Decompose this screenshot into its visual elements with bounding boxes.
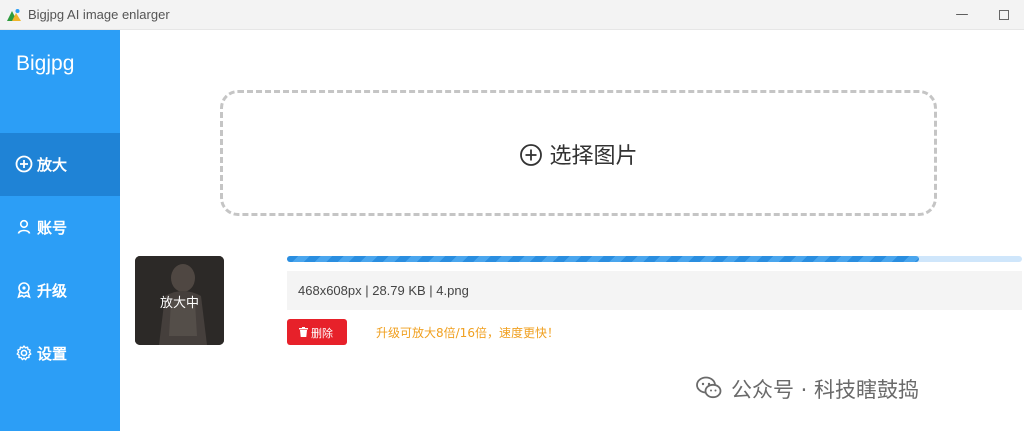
app-logo-icon <box>7 9 21 21</box>
plus-circle-icon <box>15 155 33 173</box>
processing-status: 放大中 <box>159 296 199 311</box>
sidebar-item-settings[interactable]: 设置 <box>0 322 120 385</box>
trash-icon <box>299 327 308 337</box>
title-bar: Bigjpg AI image enlarger — <box>0 0 1024 30</box>
watermark-text: 公众号 · 科技瞎鼓捣 <box>731 378 920 402</box>
crown-icon <box>17 282 31 299</box>
delete-button[interactable]: 删除 <box>287 319 347 345</box>
gear-icon <box>16 345 32 361</box>
file-info-row: 468x608px | 28.79 KB | 4.png <box>287 271 1022 310</box>
wechat-icon <box>696 376 722 399</box>
upgrade-tip[interactable]: 升级可放大8倍/16倍，速度更快！ <box>376 324 559 341</box>
plus-circle-icon <box>520 144 543 166</box>
sidebar-item-label: 账号 <box>37 219 68 237</box>
window-title: Bigjpg AI image enlarger <box>28 7 170 22</box>
sidebar-item-label: 设置 <box>37 345 68 363</box>
sidebar-item-label: 升级 <box>37 282 68 300</box>
select-image-label: 选择图片 <box>549 144 638 169</box>
maximize-button[interactable] <box>994 5 1014 25</box>
sidebar-item-enlarge[interactable]: 放大 <box>0 133 120 196</box>
image-thumbnail: 放大中 <box>135 256 224 345</box>
maximize-icon <box>999 10 1009 20</box>
select-image-dropzone[interactable]: 选择图片 <box>220 90 937 216</box>
minimize-button[interactable]: — <box>952 5 972 25</box>
sidebar-item-label: 放大 <box>37 156 68 174</box>
file-info-text: 468x608px | 28.79 KB | 4.png <box>298 283 469 298</box>
sidebar: Bigjpg 放大 账号 升级 设置 <box>0 30 120 431</box>
sidebar-item-upgrade[interactable]: 升级 <box>0 259 120 322</box>
progress-bar <box>287 256 1022 262</box>
select-image-button[interactable]: 选择图片 <box>223 138 934 170</box>
brand-name: Bigjpg <box>16 52 75 75</box>
user-icon <box>17 219 31 234</box>
sidebar-item-account[interactable]: 账号 <box>0 196 120 259</box>
delete-label: 删除 <box>311 327 333 340</box>
progress-bar-fill <box>287 256 920 262</box>
